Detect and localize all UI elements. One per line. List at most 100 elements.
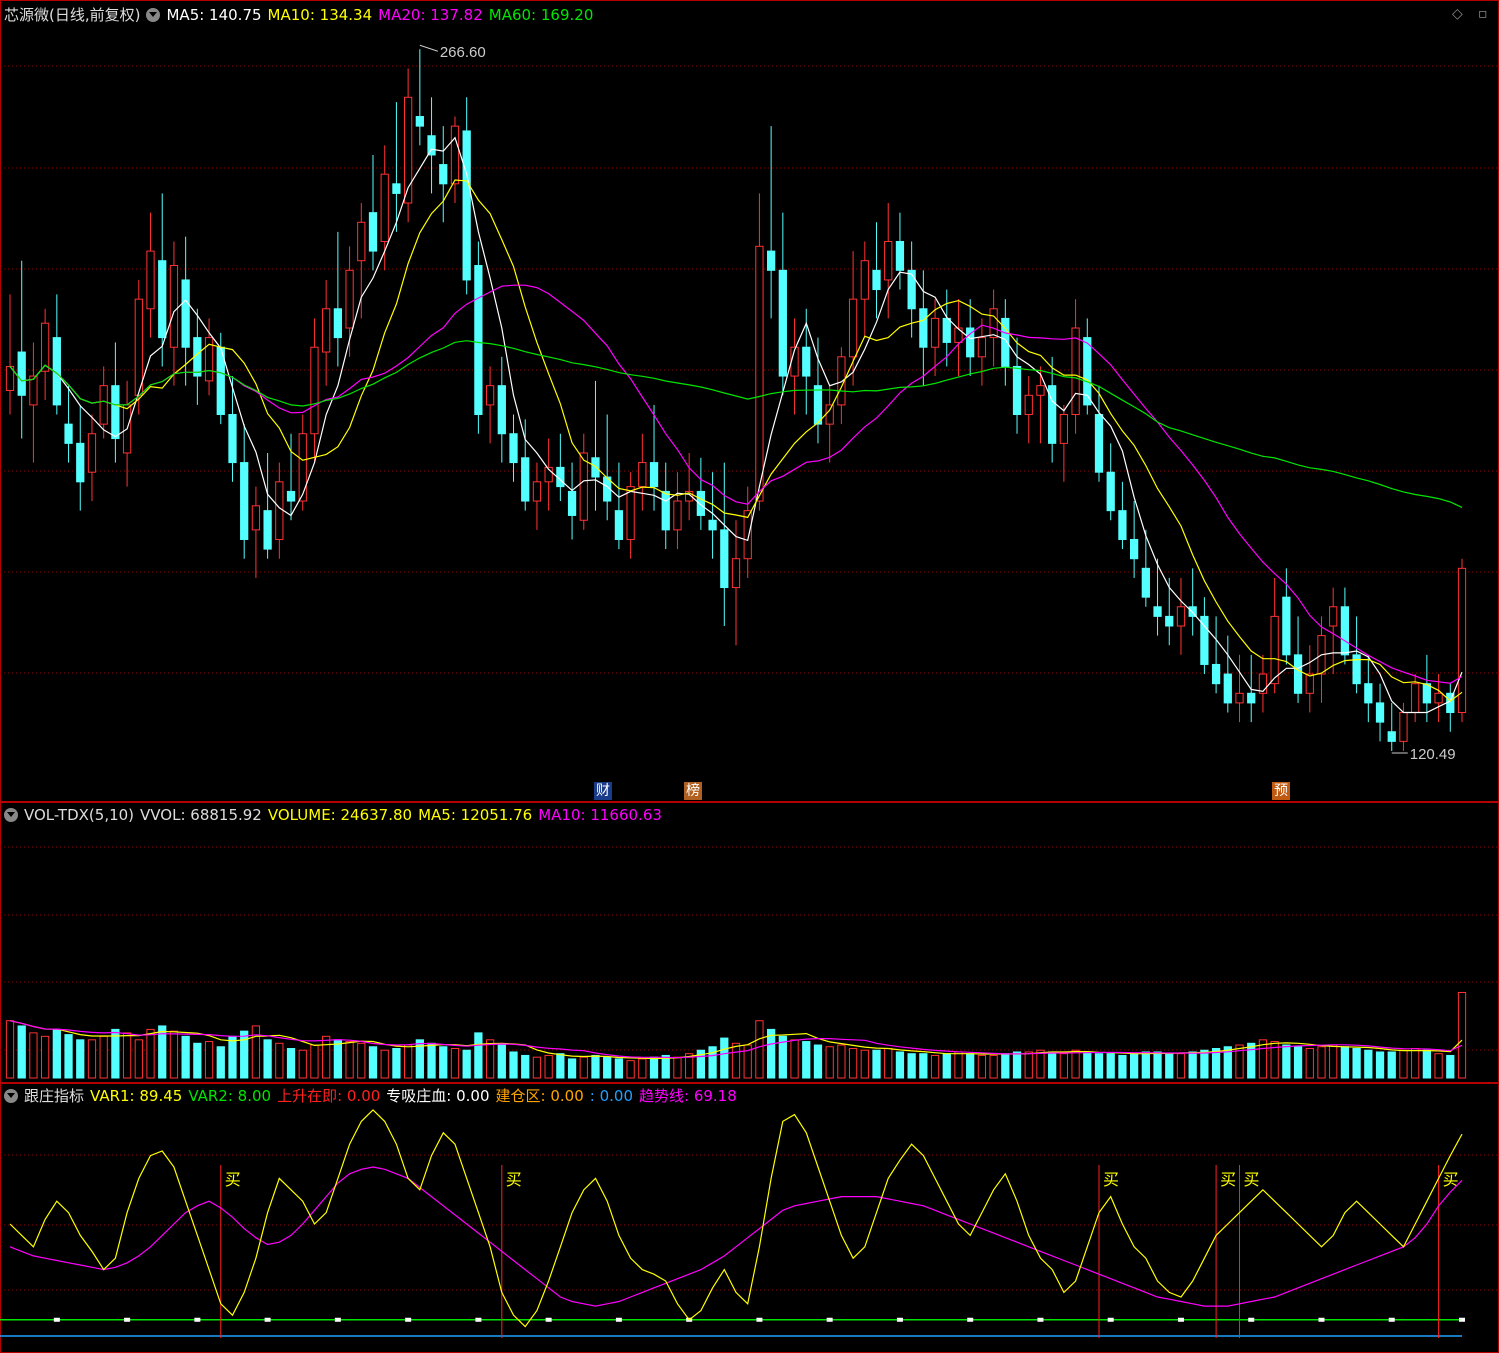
diamond-icon[interactable]: ◇: [1452, 6, 1463, 22]
volume-bar: [216, 1046, 225, 1079]
buy-signal-label: 买: [1244, 1170, 1260, 1189]
buy-signal-label: 买: [506, 1170, 522, 1189]
volume-bar: [1176, 1053, 1186, 1079]
blank-label: : 0.00: [589, 1087, 633, 1105]
candle-body: [1282, 596, 1291, 656]
candle-body: [1071, 327, 1080, 416]
volume-bar: [99, 1035, 108, 1079]
candle-body: [1059, 414, 1069, 444]
dropdown-icon[interactable]: [146, 8, 161, 22]
volume-bar: [1024, 1051, 1033, 1079]
volume-bar: [134, 1039, 143, 1079]
candle-body: [1434, 692, 1443, 704]
ma10-label: MA10: 134.34: [267, 6, 373, 24]
volume-bar: [240, 1030, 249, 1079]
high-marker-arrow: [419, 44, 438, 52]
volume-bar: [1083, 1051, 1092, 1079]
ma60-line: [9, 340, 1463, 508]
volume-label: VOLUME: 24637.80: [267, 806, 413, 824]
candle-body: [778, 269, 787, 377]
volume-bar: [439, 1046, 448, 1079]
candle-body: [1176, 606, 1186, 627]
candle-body: [1247, 692, 1256, 704]
dropdown-icon[interactable]: [4, 1089, 18, 1103]
tag-ranking[interactable]: 榜: [684, 782, 702, 800]
volume-bar: [907, 1053, 916, 1079]
candle-body: [1094, 414, 1104, 473]
volume-bar: [251, 1025, 261, 1079]
candle-body: [919, 308, 928, 348]
volume-bar: [146, 1028, 155, 1079]
candle-body: [720, 529, 729, 589]
volume-bar: [345, 1041, 354, 1079]
candle-body: [872, 269, 881, 291]
volume-ma10-line: [9, 1020, 1463, 1059]
candle-body: [567, 490, 577, 516]
candle-body: [322, 308, 331, 353]
volume-bar: [1457, 991, 1467, 1079]
tag-finance[interactable]: 财: [594, 782, 612, 800]
volume-bar: [1153, 1051, 1162, 1079]
volume-bar: [427, 1042, 436, 1079]
volume-bar: [392, 1047, 401, 1079]
volume-bar: [1012, 1051, 1022, 1079]
volume-bar: [474, 1032, 483, 1079]
var2-dot: [756, 1317, 763, 1322]
candle-body: [298, 433, 307, 502]
volume-bar: [298, 1049, 307, 1079]
volume-bar: [169, 1030, 179, 1079]
candle-body: [17, 351, 26, 396]
volume-bar: [895, 1051, 905, 1079]
vol-name[interactable]: VOL-TDX(5,10): [24, 806, 134, 824]
candle-body: [591, 457, 600, 478]
volume-bar: [731, 1042, 741, 1079]
var2-dot: [475, 1317, 482, 1322]
rise-label: 上升在即: 0.00: [277, 1087, 381, 1105]
candle-body: [76, 442, 85, 483]
candle-body: [942, 317, 951, 343]
chart-canvas[interactable]: 266.60120.49买买买买买买: [0, 0, 1499, 1353]
volume-bar: [790, 1039, 799, 1079]
volume-bar: [1305, 1047, 1314, 1079]
candle-body: [240, 462, 249, 540]
volume-bar: [860, 1049, 869, 1079]
volume-bar: [1282, 1044, 1291, 1079]
volume-bar: [1411, 1047, 1420, 1079]
candle-body: [1106, 471, 1115, 512]
candle-body: [1329, 606, 1338, 627]
volume-bar: [942, 1053, 951, 1079]
var2-dot: [1107, 1317, 1114, 1322]
volume-bar: [1422, 1049, 1432, 1079]
var2-dot: [124, 1317, 131, 1322]
vvol-label: VVOL: 68815.92: [140, 806, 262, 824]
candle-body: [1375, 702, 1385, 723]
volume-bar: [485, 1039, 495, 1079]
ma20-label: MA20: 137.82: [378, 6, 483, 24]
candle-body: [1399, 712, 1408, 742]
dropdown-icon[interactable]: [4, 808, 18, 822]
volume-bar: [544, 1054, 553, 1079]
tag-forecast[interactable]: 预: [1272, 782, 1290, 800]
volume-bar: [1001, 1053, 1010, 1079]
volume-bar: [579, 1056, 588, 1079]
stock-title[interactable]: 芯源微(日线,前复权): [4, 6, 140, 24]
volume-bar: [673, 1056, 682, 1079]
candle-body: [848, 298, 858, 358]
candle-body: [1153, 606, 1162, 617]
candle-body: [895, 240, 905, 271]
var2-dot: [1318, 1317, 1325, 1322]
candle-body: [333, 308, 343, 339]
vol-ma5-label: MA5: 12051.76: [418, 806, 533, 824]
indicator-name[interactable]: 跟庄指标: [24, 1087, 84, 1105]
volume-bar: [825, 1046, 834, 1079]
candle-body: [1305, 673, 1314, 694]
expand-icon[interactable]: ▫: [1478, 6, 1488, 22]
candle-body: [1340, 606, 1350, 656]
candle-body: [1387, 731, 1396, 742]
candle-body: [1012, 365, 1022, 416]
volume-bar: [755, 1020, 764, 1079]
volume-bar: [76, 1039, 85, 1079]
candle-body: [1235, 692, 1244, 704]
candle-body: [614, 510, 624, 540]
ma5-label: MA5: 140.75: [166, 6, 262, 24]
